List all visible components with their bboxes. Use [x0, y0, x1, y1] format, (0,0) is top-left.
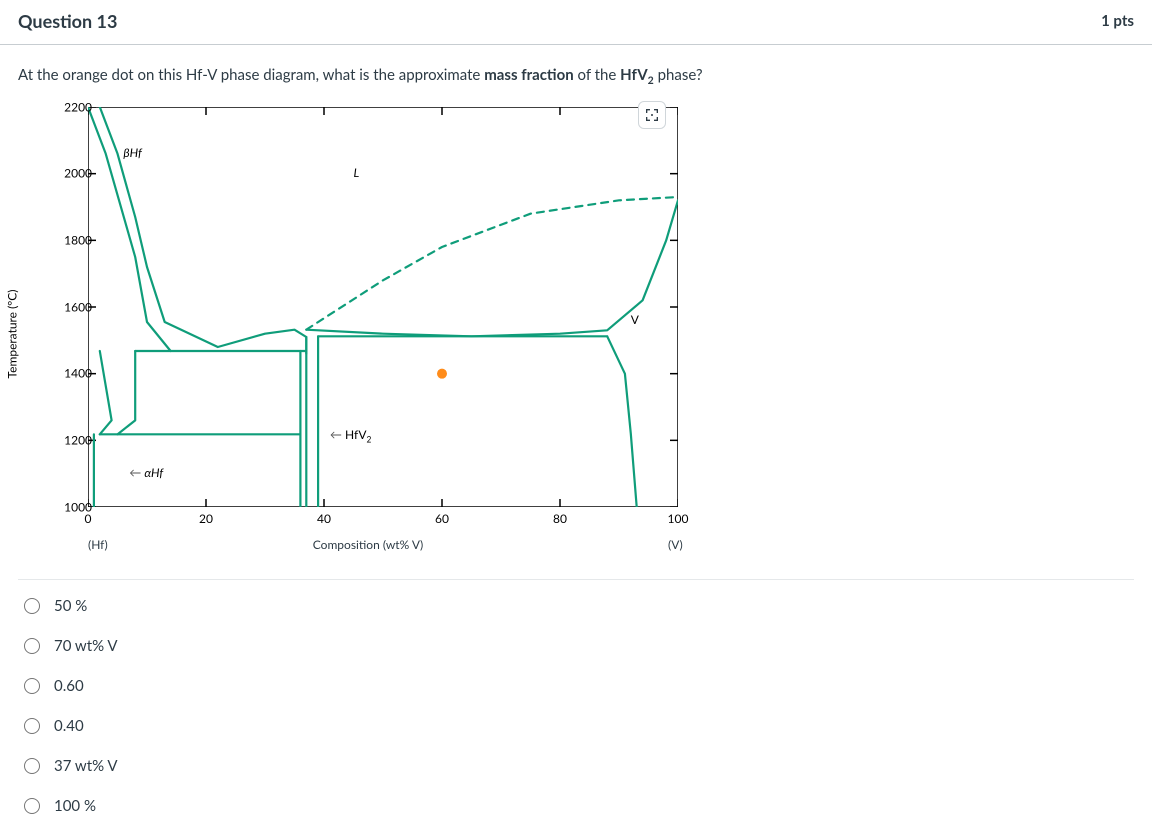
y-tick-label: 1400 — [64, 366, 92, 381]
stem-text: of the — [574, 66, 621, 84]
phase-label: ← HfV2 — [330, 427, 371, 444]
answer-radio[interactable] — [24, 758, 40, 774]
x-axis-left-endcap: (Hf) — [88, 537, 108, 552]
answer-radio[interactable] — [24, 598, 40, 614]
x-tick-label: 60 — [435, 511, 449, 526]
question-stem: At the orange dot on this Hf-V phase dia… — [18, 65, 1134, 89]
answer-option[interactable]: 0.60 — [18, 666, 1134, 706]
stem-bold: HfV2 — [620, 66, 654, 84]
y-tick-label: 1800 — [64, 233, 92, 248]
x-tick-label: 20 — [199, 511, 213, 526]
answer-radio[interactable] — [24, 678, 40, 694]
y-tick-label: 2000 — [64, 166, 92, 181]
stem-text: phase? — [654, 66, 703, 84]
y-axis-label: Temperature (°C) — [5, 289, 20, 378]
answers-list: 50 % 70 wt% V 0.60 0.40 37 wt% V 100 % — [18, 579, 1134, 826]
stem-bold: mass fraction — [484, 66, 573, 84]
answer-label: 0.40 — [54, 717, 84, 735]
answer-option[interactable]: 37 wt% V — [18, 746, 1134, 786]
y-tick-label: 1600 — [64, 299, 92, 314]
stem-text: HfV — [620, 66, 648, 84]
answer-option[interactable]: 0.40 — [18, 706, 1134, 746]
answer-radio[interactable] — [24, 718, 40, 734]
answer-option[interactable]: 50 % — [18, 586, 1134, 626]
x-tick-label: 0 — [85, 511, 92, 526]
answer-label: 0.60 — [54, 677, 84, 695]
phase-label: V — [631, 312, 639, 327]
x-axis-label: Composition (wt% V) — [313, 537, 424, 552]
x-tick-label: 40 — [317, 511, 331, 526]
answer-option[interactable]: 100 % — [18, 786, 1134, 826]
answer-label: 100 % — [54, 797, 96, 815]
question-header: Question 13 1 pts — [0, 0, 1152, 45]
phase-label: L — [354, 165, 360, 180]
zoom-image-button[interactable] — [638, 101, 666, 129]
y-tick-label: 2200 — [64, 99, 92, 114]
x-tick-label: 80 — [553, 511, 567, 526]
y-tick-label: 1200 — [64, 433, 92, 448]
answer-option[interactable]: 70 wt% V — [18, 626, 1134, 666]
answer-label: 70 wt% V — [54, 637, 118, 655]
x-axis-right-endcap: (V) — [668, 537, 683, 552]
x-tick-label: 100 — [668, 511, 689, 526]
phase-diagram-plot — [88, 107, 678, 507]
question-title: Question 13 — [18, 10, 117, 32]
phase-label: βHf — [123, 145, 141, 160]
question-points: 1 pts — [1101, 12, 1134, 30]
answer-radio[interactable] — [24, 638, 40, 654]
phase-label: ← αHf — [129, 465, 163, 480]
answer-radio[interactable] — [24, 798, 40, 814]
question-container: Question 13 1 pts At the orange dot on t… — [0, 0, 1152, 834]
phase-diagram-figure: Temperature (°C) 10001200140016001800200… — [18, 99, 718, 569]
orange-dot-marker — [437, 368, 447, 378]
answer-label: 37 wt% V — [54, 757, 118, 775]
answer-label: 50 % — [54, 597, 87, 615]
stem-text: At the orange dot on this Hf-V phase dia… — [18, 66, 484, 84]
fullscreen-icon — [644, 107, 660, 123]
question-body: At the orange dot on this Hf-V phase dia… — [0, 45, 1152, 834]
